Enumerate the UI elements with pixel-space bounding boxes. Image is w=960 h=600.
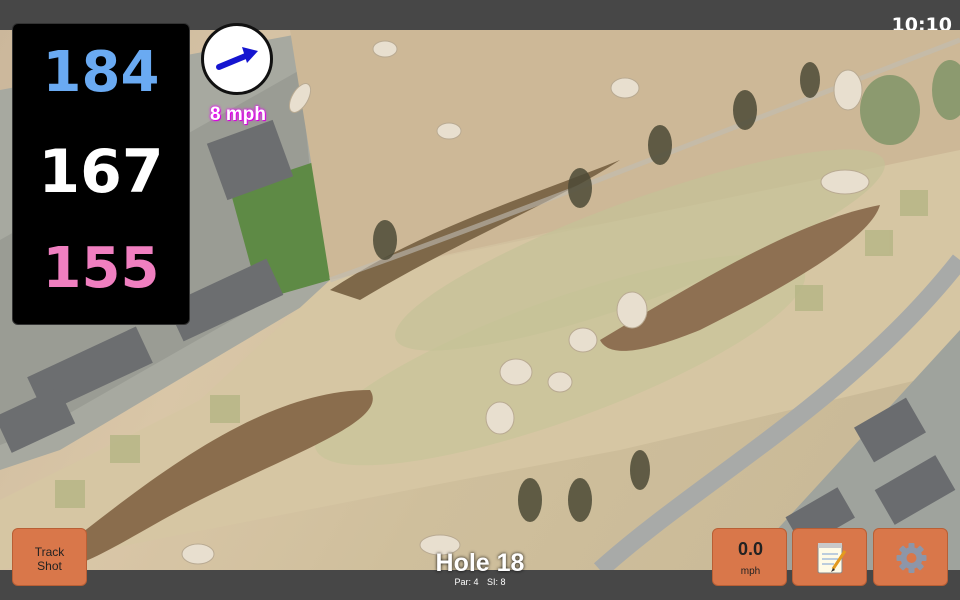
stroke-index-label: SI: 8 (487, 577, 506, 587)
distance-front: 155 (42, 236, 160, 301)
distance-panel: 184 167 155 (12, 23, 190, 325)
wind-speed-label: 8 mph (210, 104, 266, 125)
settings-button[interactable] (873, 528, 948, 586)
speed-unit: mph (740, 566, 761, 577)
track-shot-label-line2: Shot (37, 559, 62, 573)
distance-middle: 167 (38, 137, 164, 207)
distance-back: 184 (42, 40, 160, 105)
track-shot-label-line1: Track (34, 545, 65, 559)
notes-button[interactable] (792, 528, 867, 586)
speed-value: 0.0 (737, 539, 764, 559)
track-shot-button[interactable]: Track Shot (12, 528, 87, 586)
par-label: Par: 4 (454, 577, 479, 587)
speed-button[interactable]: 0.0 mph (712, 528, 787, 586)
notepad-icon (817, 543, 847, 574)
gear-icon (896, 543, 927, 573)
hole-title: Hole 18 (435, 549, 525, 577)
arrow-right-up-icon (216, 47, 258, 70)
hole-info: Par: 4 SI: 8 (380, 577, 580, 587)
wind-compass (201, 23, 273, 95)
